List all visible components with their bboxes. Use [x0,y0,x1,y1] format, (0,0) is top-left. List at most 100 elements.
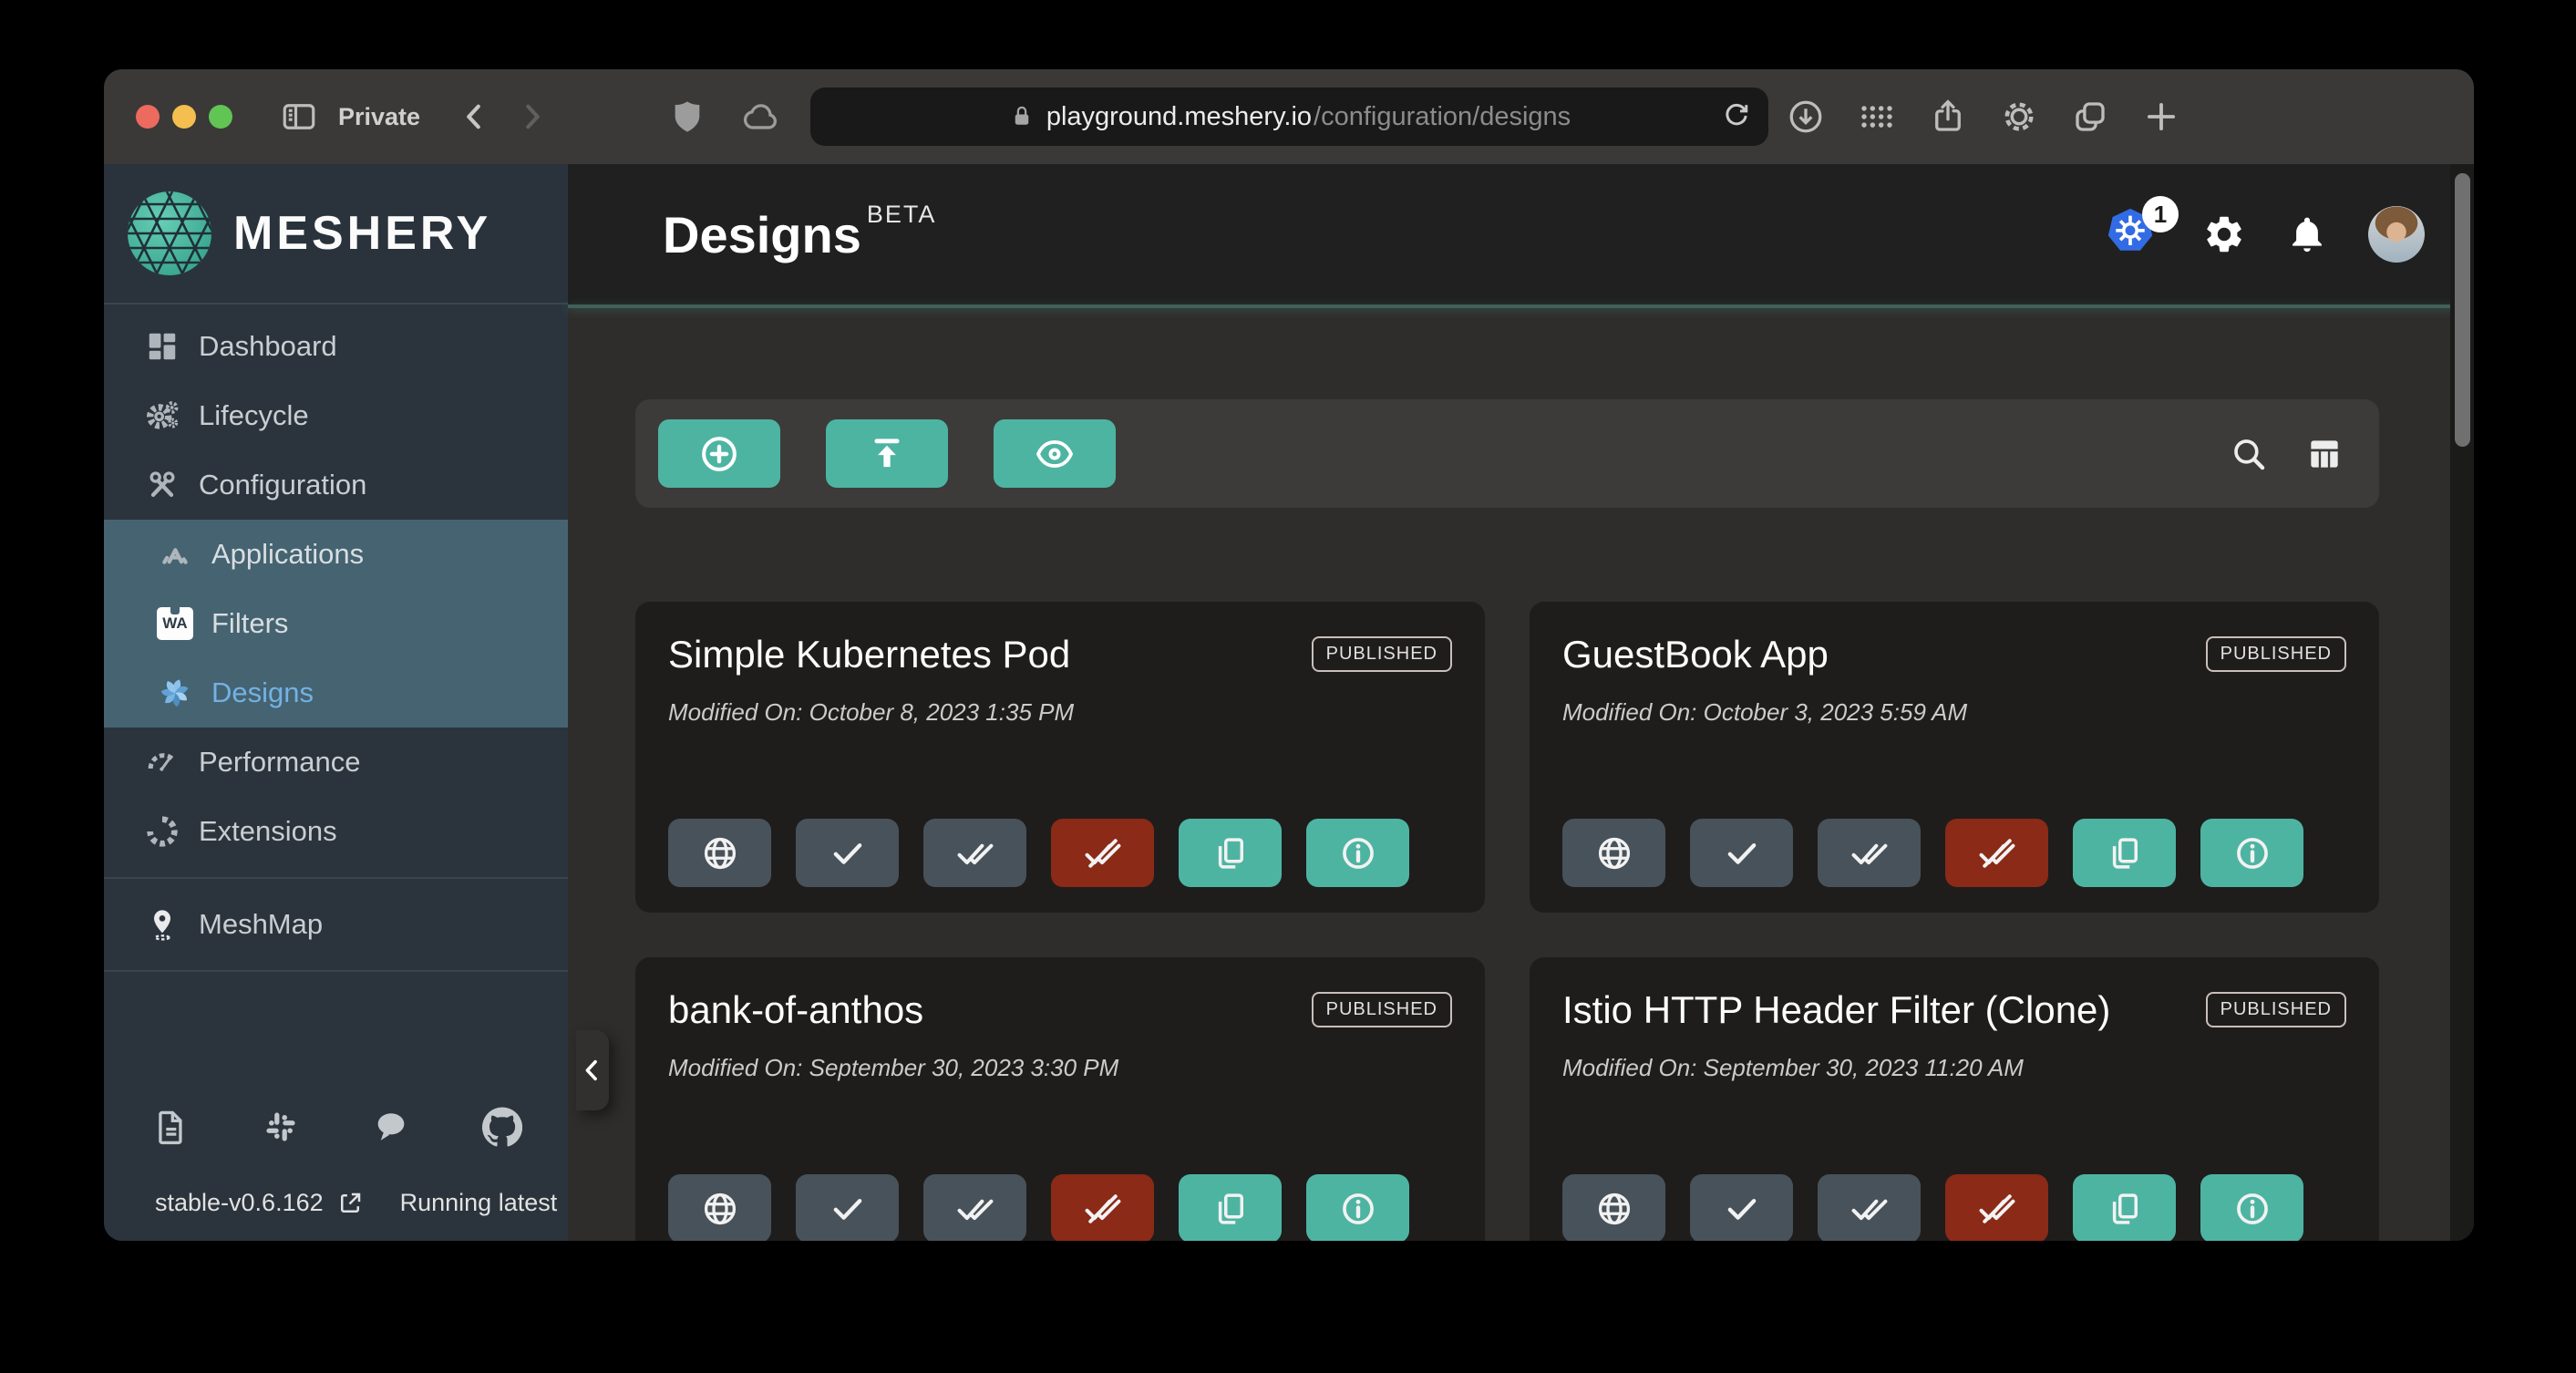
forward-button[interactable] [515,100,548,133]
status-badge: PUBLISHED [1312,636,1452,672]
docs-icon[interactable] [149,1107,190,1147]
back-button[interactable] [459,100,491,133]
globe-action-button[interactable] [1562,1174,1665,1241]
version-label[interactable]: stable-v0.6.162 [155,1189,324,1217]
icloud-tabs-icon[interactable] [740,97,780,137]
lifecycle-gears-icon [144,397,180,434]
user-avatar[interactable] [2368,206,2425,263]
double-check-icon [1850,1189,1890,1229]
address-bar[interactable]: playground.meshery.io/configuration/desi… [810,88,1768,146]
design-card[interactable]: bank-of-anthos PUBLISHED Modified On: Se… [635,957,1485,1241]
clone-action-button[interactable] [2073,819,2176,887]
brand-wordmark: MESHERY [233,206,491,261]
url-path: /configuration/designs [1314,102,1571,132]
sidebar-divider [104,877,568,879]
modified-date: Modified On: October 8, 2023 1:35 PM [668,698,1452,727]
globe-action-button[interactable] [668,819,771,887]
deploy-action-button[interactable] [923,819,1026,887]
globe-icon [1595,1190,1633,1228]
share-icon[interactable] [1929,98,1967,136]
validate-action-button[interactable] [796,819,899,887]
page-scrollbar-track[interactable] [2450,164,2474,1241]
zoom-window-button[interactable] [209,105,232,129]
extensions-mesh-icon [144,813,180,850]
minimize-window-button[interactable] [172,105,196,129]
design-actions [668,1174,1409,1241]
privacy-shield-icon[interactable] [669,98,706,135]
notifications-bell-icon[interactable] [2286,213,2328,255]
design-title: Simple Kubernetes Pod [668,633,1070,676]
close-window-button[interactable] [136,105,160,129]
slack-icon[interactable] [262,1107,300,1147]
globe-action-button[interactable] [1562,819,1665,887]
design-card[interactable]: GuestBook App PUBLISHED Modified On: Oct… [1530,602,2379,913]
create-design-button[interactable] [658,419,780,488]
sidebar-item-performance[interactable]: Performance [104,728,568,797]
clone-action-button[interactable] [1179,819,1282,887]
deploy-action-button[interactable] [923,1174,1026,1241]
sidebar-item-dashboard[interactable]: Dashboard [104,312,568,381]
reload-icon[interactable] [1721,100,1752,131]
sidebar-item-filters[interactable]: WA Filters [104,589,568,658]
validate-action-button[interactable] [1690,819,1793,887]
sidebar-item-label: Filters [211,607,288,640]
deploy-action-button[interactable] [1818,1174,1921,1241]
browser-window: Private playground.meshery.io/configurat… [104,69,2474,1241]
sidebar-collapse-handle[interactable] [576,1030,609,1110]
sidebar-item-lifecycle[interactable]: Lifecycle [104,381,568,450]
sidebar-item-designs[interactable]: Designs [104,658,568,728]
crossed-tools-icon [144,467,180,503]
sidebar-item-meshmap[interactable]: MeshMap [104,890,568,959]
design-cards-grid: Simple Kubernetes Pod PUBLISHED Modified… [635,602,2379,1241]
search-icon[interactable] [2230,435,2268,473]
sidebar-item-label: MeshMap [199,908,323,941]
undeploy-action-button[interactable] [1945,1174,2048,1241]
validate-action-button[interactable] [1690,1174,1793,1241]
design-actions [668,819,1409,887]
kubernetes-context-button[interactable]: 1 [2104,205,2162,263]
settings-gear-icon[interactable] [2000,98,2038,136]
sidebar-toggle-icon[interactable] [280,98,318,136]
beta-badge: BETA [867,201,937,229]
globe-action-button[interactable] [668,1174,771,1241]
meshery-logo-icon [126,190,213,277]
chat-discuss-icon[interactable] [372,1107,410,1147]
info-action-button[interactable] [2200,819,2303,887]
globe-icon [1595,834,1633,872]
clone-action-button[interactable] [1179,1174,1282,1241]
settings-gear-icon[interactable] [2202,212,2246,256]
downloads-icon[interactable] [1787,98,1825,136]
import-design-button[interactable] [826,419,948,488]
extensions-grid-icon[interactable] [1858,98,1896,136]
info-action-button[interactable] [1306,1174,1409,1241]
clone-action-button[interactable] [2073,1174,2176,1241]
design-card[interactable]: Istio HTTP Header Filter (Clone) PUBLISH… [1530,957,2379,1241]
sidebar-footer-links [104,1107,568,1147]
design-actions [1562,819,2303,887]
designs-pinwheel-icon [157,675,193,711]
new-tab-icon[interactable] [2142,98,2180,136]
toolbar-view-controls [2230,434,2344,474]
undeploy-action-button[interactable] [1051,1174,1154,1241]
chevron-left-icon [579,1057,606,1084]
sidebar-item-applications[interactable]: Applications [104,520,568,589]
sidebar-item-label: Extensions [199,815,337,848]
sidebar-item-configuration[interactable]: Configuration [104,450,568,520]
page-scrollbar-thumb[interactable] [2455,173,2470,447]
design-card[interactable]: Simple Kubernetes Pod PUBLISHED Modified… [635,602,1485,913]
brand-header[interactable]: MESHERY [104,164,568,305]
window-controls [136,105,232,129]
undeploy-action-button[interactable] [1051,819,1154,887]
validate-action-button[interactable] [796,1174,899,1241]
tab-overview-icon[interactable] [2071,98,2109,136]
undeploy-action-button[interactable] [1945,819,2048,887]
info-action-button[interactable] [2200,1174,2303,1241]
deploy-action-button[interactable] [1818,819,1921,887]
copy-icon [1211,834,1250,872]
github-icon[interactable] [482,1107,522,1147]
table-view-icon[interactable] [2304,434,2344,474]
preview-designs-button[interactable] [994,419,1116,488]
sidebar-item-extensions[interactable]: Extensions [104,797,568,866]
info-action-button[interactable] [1306,819,1409,887]
external-link-icon[interactable] [336,1190,364,1217]
